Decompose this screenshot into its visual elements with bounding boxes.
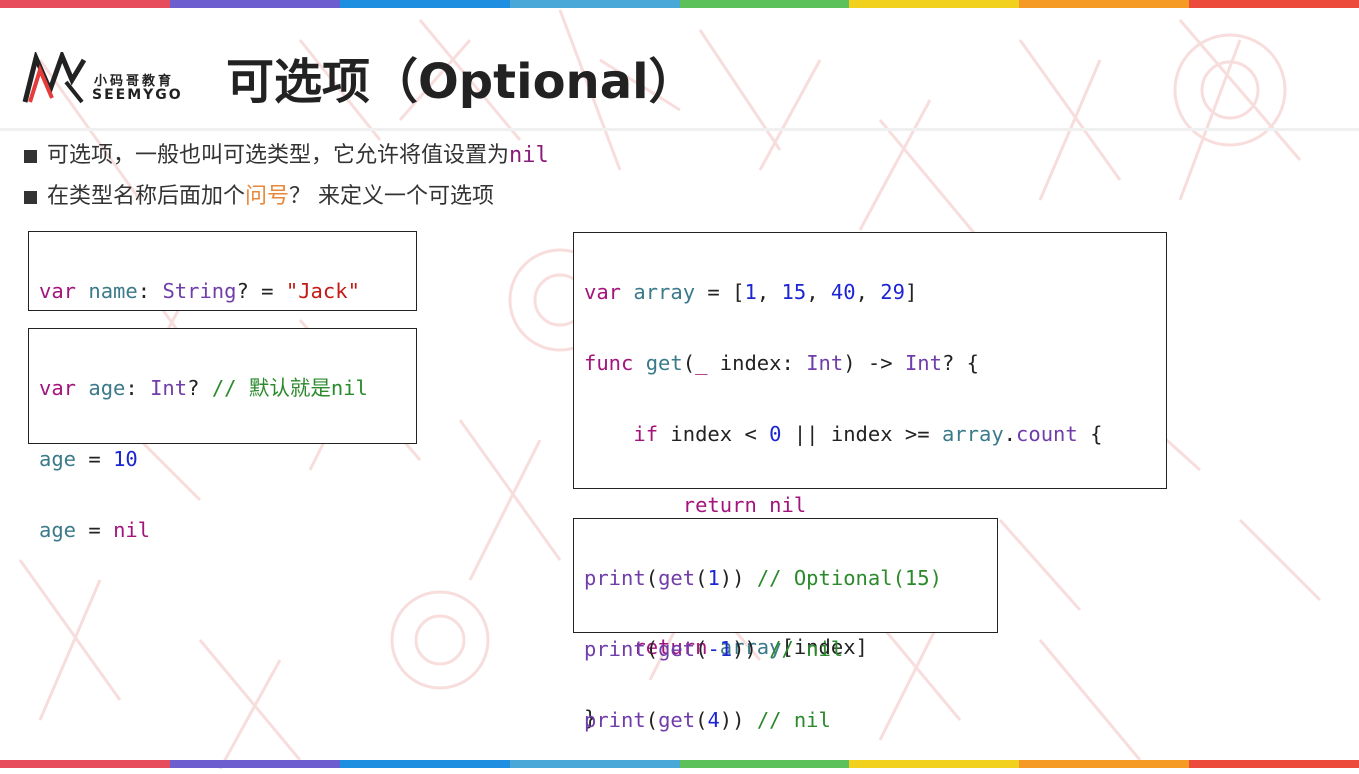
stripe-segment [169, 0, 340, 8]
stripe-segment [509, 760, 680, 768]
stripe-segment [509, 0, 680, 8]
bullet-2-text-after: ？ 来定义一个可选项 [289, 184, 495, 209]
logo-text-en: SEEMYGO [92, 87, 183, 103]
code-block-age: var age: Int? // 默认就是nil age = 10 age = … [28, 328, 417, 542]
bottom-color-stripe [0, 760, 1359, 768]
brand-logo: 小码哥教育 SEEMYGO [22, 52, 198, 106]
stripe-segment [849, 760, 1020, 768]
bullet-2-accent: 问号 [245, 184, 290, 209]
code-line: print(get(4)) // nil [584, 707, 831, 732]
code-line: var name: String? = "Jack" [39, 278, 360, 303]
stripe-segment [1189, 760, 1359, 768]
bullet-square-icon [24, 149, 37, 163]
logo-mark-icon [22, 52, 87, 104]
stripe-segment [1019, 760, 1190, 768]
code-line: print(get(1)) // Optional(15) [584, 565, 942, 590]
bullet-square-icon [24, 190, 37, 204]
code-line: func get(_ index: Int) -> Int? { [584, 350, 979, 375]
page-title: 可选项（Optional） [226, 54, 697, 110]
code-block-name: var name: String? = "Jack" name = nil [28, 231, 417, 374]
title-divider [0, 128, 1359, 131]
stripe-segment [339, 0, 510, 8]
stripe-segment [1189, 0, 1359, 8]
code-block-array-func: var array = [1, 15, 40, 29] func get(_ i… [573, 232, 1167, 730]
stripe-segment [1019, 0, 1190, 8]
stripe-segment [0, 0, 170, 8]
bullet-1-code: nil [509, 143, 549, 168]
bullet-1: 可选项，一般也叫可选类型，它允许将值设置为 nil [24, 140, 549, 172]
bullet-1-text: 可选项，一般也叫可选类型，它允许将值设置为 [47, 143, 510, 168]
stripe-segment [679, 0, 850, 8]
stripe-segment [0, 760, 170, 768]
code-line: var age: Int? // 默认就是nil [39, 375, 368, 400]
top-color-stripe [0, 0, 1359, 8]
stripe-segment [339, 760, 510, 768]
stripe-segment [679, 760, 850, 768]
bullet-2: 在类型名称后面加个 问号？ 来定义一个可选项 [24, 181, 494, 213]
stripe-segment [169, 760, 340, 768]
code-block-print: print(get(1)) // Optional(15) print(get(… [573, 518, 998, 732]
code-line: age = nil [39, 517, 151, 542]
code-line: if index < 0 || index >= array.count { [633, 421, 1103, 446]
stripe-segment [849, 0, 1020, 8]
code-line: print(get(-1)) // nil [584, 636, 844, 661]
code-line: age = 10 [39, 446, 138, 471]
bullet-2-text-before: 在类型名称后面加个 [47, 184, 246, 209]
code-line: var array = [1, 15, 40, 29] [584, 279, 918, 304]
